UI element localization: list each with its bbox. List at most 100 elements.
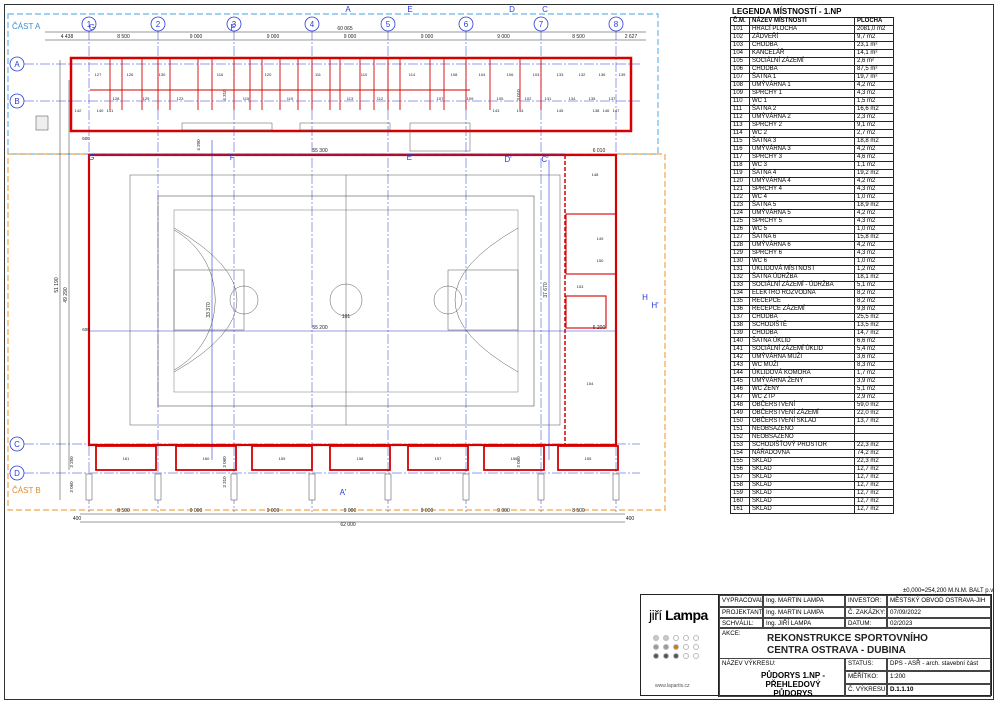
- legend-room-area: 18,8 m2: [854, 137, 894, 146]
- storage-room-number: 159: [279, 456, 286, 461]
- upper-room-number: 107: [437, 96, 444, 101]
- key-right: [447, 269, 519, 331]
- upper-room-number: 115: [243, 96, 250, 101]
- legend-row: 131 ÚKLIDOVÁ MÍSTNOST 1,2 m2: [730, 265, 894, 274]
- legend-room-name: SPRCHY 4: [749, 185, 855, 194]
- legend-row: 120 UMÝVÁRNA 4 4,2 m2: [730, 177, 894, 186]
- upper-room-number: 138: [593, 108, 600, 113]
- legend-room-number: 134: [730, 289, 750, 298]
- legend-room-area: 4,6 m2: [854, 153, 894, 162]
- bottom-dimension-value: 8 500: [572, 508, 585, 514]
- legend-room-area: 5,1 m2: [854, 385, 894, 394]
- section-mark: D': [504, 155, 512, 164]
- legend-room-name: ŠATNA ÚKLID: [749, 337, 855, 346]
- legend-room-area: 4,2 m2: [854, 145, 894, 154]
- label-status: STATUS:: [845, 658, 887, 671]
- legend-room-area: 16,6 m2: [854, 105, 894, 114]
- upper-room-number: 103: [533, 72, 540, 77]
- upper-room-number: 136: [599, 72, 606, 77]
- bleacher-steps: [299, 122, 391, 131]
- legend-room-name: ŠATNA 2: [749, 105, 855, 114]
- section-mark: D: [509, 5, 515, 14]
- label-order-no: Č. ZAKÁZKY:: [845, 607, 887, 618]
- small-dimension-value: 3 060: [69, 481, 74, 493]
- pier: [85, 473, 93, 501]
- legend-room-number: 146: [730, 385, 750, 394]
- legend-room-number: 129: [730, 249, 750, 258]
- legend-row: 112 UMÝVÁRNA 2 2,3 m2: [730, 113, 894, 122]
- legend-room-number: 111: [730, 105, 750, 114]
- legend-row: 140 ŠATNA ÚKLID 6,6 m2: [730, 337, 894, 346]
- right-room-number: 149: [597, 236, 604, 241]
- legend-row: 139 CHODBA 14,7 m2: [730, 329, 894, 338]
- legend-room-area: 6,6 m2: [854, 337, 894, 346]
- upper-room-number: 109: [467, 96, 474, 101]
- legend-room-number: 158: [730, 481, 750, 490]
- legend-room-number: 148: [730, 401, 750, 410]
- logo-dot: [693, 653, 699, 659]
- legend-row: 156 SKLAD 12,7 m2: [730, 465, 894, 474]
- legend-room-number: 152: [730, 433, 750, 442]
- top-dimension-value: 8 500: [572, 34, 585, 40]
- legend-room-number: 109: [730, 89, 750, 98]
- legend-room-number: 105: [730, 57, 750, 66]
- legend-room-area: 2,3 m2: [854, 113, 894, 122]
- legend-room-name: WC MUŽI: [749, 361, 855, 370]
- bottom-dimension-value: 8 500: [117, 508, 130, 514]
- pier: [537, 473, 545, 501]
- pier: [612, 473, 620, 501]
- legend-row: 146 WC ŽENY 5,1 m2: [730, 385, 894, 394]
- legend-row: 123 ŠATNA 5 18,9 m2: [730, 201, 894, 210]
- bottom-total-dimension: 62 000: [340, 522, 356, 528]
- three-point-line-left: [173, 227, 238, 373]
- upper-room-number: 133: [557, 72, 564, 77]
- section-mark: F': [230, 153, 237, 162]
- column-axis-label: 2: [156, 20, 161, 29]
- right-annex-walls: [564, 154, 617, 446]
- upper-room-number: 119: [287, 96, 294, 101]
- legend-row: 122 WC 4 1,0 m2: [730, 193, 894, 202]
- pier: [230, 473, 238, 501]
- legend-row: 147 WC ZTP 2,9 m2: [730, 393, 894, 402]
- legend-row: 113 SPRCHY 2 9,1 m2: [730, 121, 894, 130]
- label-approved: SCHVÁLIL:: [719, 618, 763, 628]
- legend-room-area: 4,3 m2: [854, 89, 894, 98]
- legend-row: 126 WC 5 1,0 m2: [730, 225, 894, 234]
- upper-room-number: 114: [409, 72, 416, 77]
- legend-room-number: 140: [730, 337, 750, 346]
- stair-room-walls: [565, 295, 607, 329]
- bottom-dimension-value: 9 000: [421, 508, 434, 514]
- label-drawing-no: Č. VÝKRESU:: [845, 684, 887, 697]
- legend-row: 134 ELEKTRO ROZVODNA 8,2 m2: [730, 289, 894, 298]
- legend-room-area: 1,2 m2: [854, 265, 894, 274]
- value-drawn-by: Ing. MARTIN LAMPA: [763, 595, 845, 607]
- logo-text: jiří Lampa: [649, 607, 708, 623]
- upper-room-number: 126: [127, 72, 134, 77]
- legend-row: 130 WC 6 1,0 m2: [730, 257, 894, 266]
- top-dimension-value: 4 438: [61, 34, 74, 40]
- legend-title: LEGENDA MÍSTNOSTÍ - 1.NP: [732, 7, 842, 16]
- legend-room-name: WC 6: [749, 257, 855, 266]
- upper-room-number: 102: [525, 96, 532, 101]
- legend-room-number: 161: [730, 505, 750, 514]
- legend-room-name: UMÝVÁRNA 4: [749, 177, 855, 186]
- bottom-dimension-value: 9 000: [344, 508, 357, 514]
- legend-room-name: WC 3: [749, 161, 855, 170]
- value-scale: 1:200: [887, 671, 991, 684]
- legend-room-number: 112: [730, 113, 750, 122]
- legend-room-number: 119: [730, 169, 750, 178]
- legend-room-area: 13,7 m2: [854, 417, 894, 426]
- legend-header-area: PLOCHA: [854, 17, 894, 26]
- section-mark: G: [89, 23, 95, 32]
- legend-room-name: OBČERSTVENÍ: [749, 401, 855, 410]
- legend-row: 128 UMÝVÁRNA 6 4,2 m2: [730, 241, 894, 250]
- upper-room-number: 144: [517, 108, 524, 113]
- legend-room-area: 19,7 m²: [854, 73, 894, 82]
- legend-room-area: 13,5 m2: [854, 321, 894, 330]
- section-mark: G': [88, 153, 96, 162]
- legend-room-number: 126: [730, 225, 750, 234]
- legend-room-area: 4,3 m2: [854, 249, 894, 258]
- legend-room-area: 1,7 m2: [854, 369, 894, 378]
- legend-row: 157 SKLAD 12,7 m2: [730, 473, 894, 482]
- legend-room-name: OBČERSTVENÍ SKLAD: [749, 417, 855, 426]
